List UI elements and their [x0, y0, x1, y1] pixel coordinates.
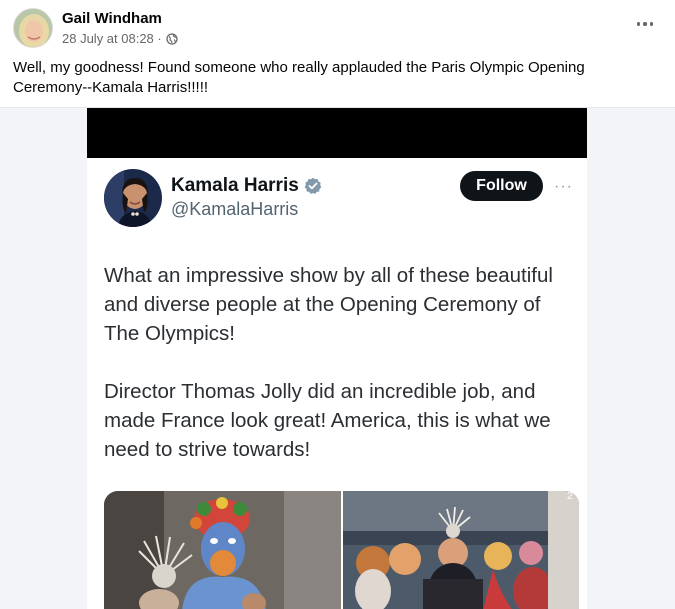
- tweet-photo-left: [104, 491, 341, 609]
- more-dot-icon: [636, 22, 641, 26]
- author-name[interactable]: Gail Windham: [62, 10, 162, 27]
- tweet-screenshot: Kamala Harris @KamalaHarris Follow ··· W…: [87, 158, 587, 609]
- tweet-author-name: Kamala Harris: [171, 175, 322, 197]
- post-meta: 28 July at 08:28 ·: [62, 31, 178, 46]
- post-media[interactable]: Kamala Harris @KamalaHarris Follow ··· W…: [0, 108, 675, 609]
- tweet-photo-right: 2: [343, 491, 579, 609]
- more-dot-icon: [649, 22, 654, 26]
- post-text: Well, my goodness! Found someone who rea…: [13, 59, 585, 96]
- tweet-author-label: Kamala Harris: [171, 175, 299, 196]
- photo-count-label: 2: [567, 491, 573, 502]
- tweet-paragraph: What an impressive show by all of these …: [104, 264, 553, 345]
- verified-badge-icon: [304, 177, 322, 194]
- tweet-more-icon: ···: [554, 178, 573, 195]
- post-options-button[interactable]: [633, 12, 657, 36]
- more-dot-icon: [643, 22, 647, 26]
- globe-icon: [166, 32, 178, 45]
- author-avatar[interactable]: [13, 8, 53, 48]
- post-header: Gail Windham 28 July at 08:28 ·: [0, 0, 675, 58]
- tweet-body: What an impressive show by all of these …: [104, 261, 574, 493]
- tweet-paragraph: Director Thomas Jolly did an incredible …: [104, 380, 551, 461]
- tweet-avatar: [104, 169, 162, 227]
- post-timestamp[interactable]: 28 July at 08:28 ·: [62, 31, 162, 46]
- follow-button: Follow: [460, 171, 543, 201]
- screenshot-black-bar: [87, 108, 587, 158]
- tweet-photos: 2: [104, 491, 579, 609]
- tweet-handle: @KamalaHarris: [171, 199, 299, 219]
